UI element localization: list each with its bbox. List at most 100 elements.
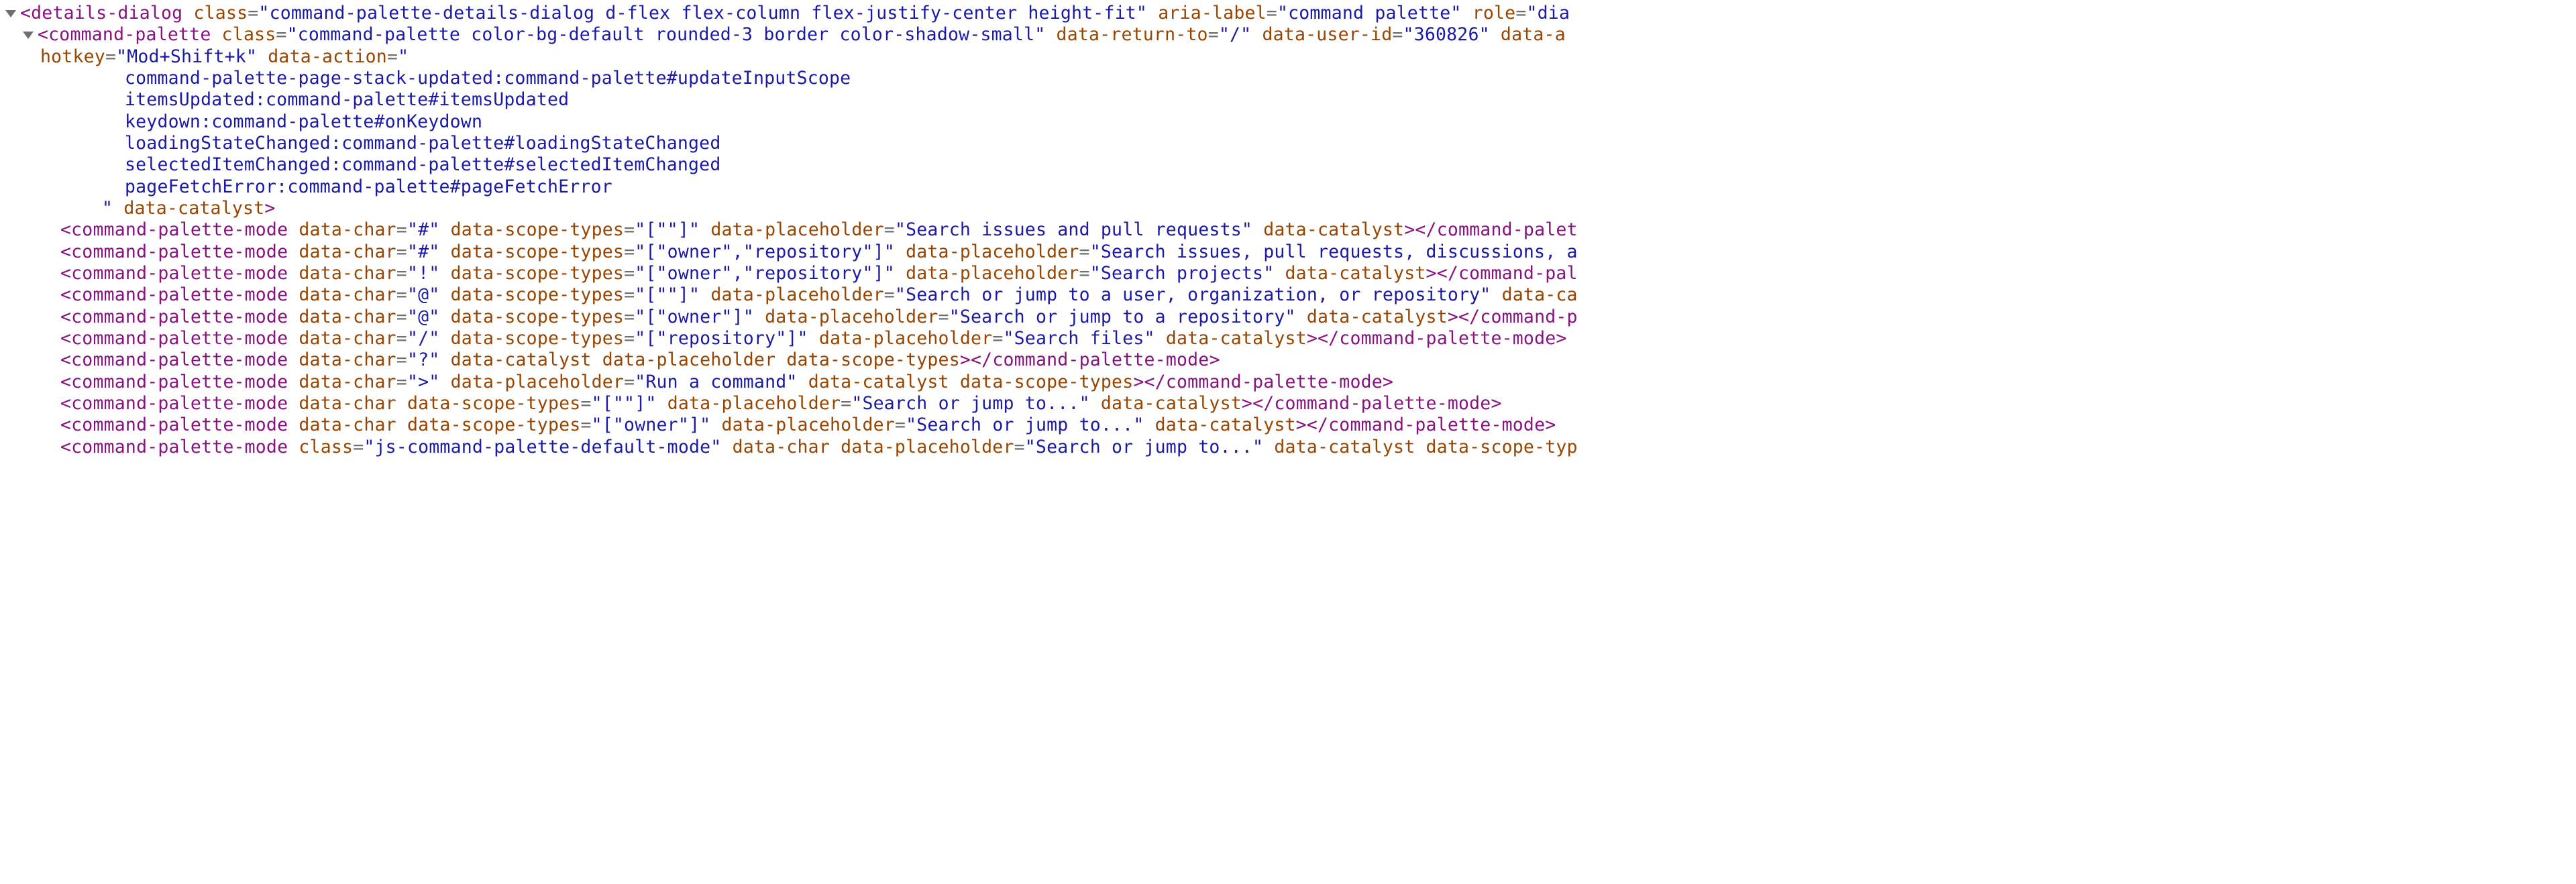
disclosure-triangle-icon[interactable]: [23, 32, 34, 39]
dom-bracket: </: [1318, 328, 1339, 349]
dom-attr-name: data-char: [299, 263, 396, 284]
dom-eq: =: [1515, 3, 1526, 23]
devtools-dom-tree[interactable]: <details-dialog class="command-palette-d…: [0, 3, 2576, 458]
dom-bracket: >: [1404, 219, 1415, 240]
dom-attr-name: data-catalyst: [1307, 307, 1448, 327]
dom-eq: =: [938, 307, 949, 327]
dom-tag-name: command-p: [1480, 307, 1577, 327]
dom-eq: =: [396, 349, 407, 370]
dom-attr-value: "/": [407, 328, 439, 349]
dom-attr-name: data-char: [299, 372, 396, 392]
dom-tree-row[interactable]: <command-palette-mode data-char=">" data…: [0, 372, 2576, 393]
dom-attr-name: data-catalyst: [1155, 415, 1296, 435]
dom-eq: =: [396, 263, 407, 284]
dom-tag-name: command-palette-mode: [992, 349, 1209, 370]
dom-attr-name: class: [193, 3, 248, 23]
dom-tree-row[interactable]: selectedItemChanged:command-palette#sele…: [0, 154, 2576, 176]
dom-bracket: >: [264, 198, 275, 219]
dom-tree-row[interactable]: " data-catalyst>: [0, 198, 2576, 219]
dom-tree-row[interactable]: loadingStateChanged:command-palette#load…: [0, 133, 2576, 154]
dom-attr-name: data-a: [1501, 24, 1566, 45]
dom-attr-name: data-scope-types: [407, 393, 580, 414]
dom-attr-name: data-char: [299, 349, 396, 370]
dom-bracket: >: [1133, 372, 1144, 392]
dom-bracket: </: [971, 349, 992, 370]
dom-attr-value-line: loadingStateChanged:command-palette#load…: [125, 133, 721, 154]
dom-attr-name: data-catalyst: [123, 198, 264, 219]
dom-attr-value: "[""]": [592, 393, 657, 414]
dom-bracket: </: [1307, 415, 1328, 435]
dom-tree-row[interactable]: <command-palette-mode data-char data-sco…: [0, 415, 2576, 436]
dom-bracket: </: [1252, 393, 1274, 414]
dom-attr-name: data-scope-typ: [1426, 437, 1578, 457]
dom-eq: =: [580, 415, 591, 435]
dom-tag-name: command-palette-mode: [1328, 415, 1545, 435]
dom-attr-name: data-char: [299, 219, 396, 240]
dom-tree-row[interactable]: hotkey="Mod+Shift+k" data-action=": [0, 46, 2576, 68]
dom-tree-row[interactable]: <details-dialog class="command-palette-d…: [0, 3, 2576, 24]
dom-attr-name: data-scope-types: [451, 307, 624, 327]
dom-attr-name: data-placeholder: [841, 437, 1014, 457]
dom-tree-row[interactable]: <command-palette-mode data-char="@" data…: [0, 307, 2576, 328]
dom-tag-name: command-palette-mode: [71, 263, 288, 284]
dom-eq: =: [1267, 3, 1277, 23]
dom-bracket: </: [1415, 219, 1436, 240]
dom-tree-row[interactable]: <command-palette-mode data-char="?" data…: [0, 349, 2576, 371]
dom-bracket: <: [60, 307, 71, 327]
dom-attr-name: data-return-to: [1057, 24, 1208, 45]
dom-attr-value: "["owner","repository"]": [635, 263, 895, 284]
dom-attr-value: ">": [407, 372, 439, 392]
dom-attr-name: data-scope-types: [407, 415, 580, 435]
dom-bracket: </: [1437, 263, 1458, 284]
dom-tag-name: details-dialog: [31, 3, 182, 23]
dom-attr-value: "[""]": [635, 219, 700, 240]
dom-attr-name: data-char: [299, 393, 396, 414]
dom-tag-name: command-palette-mode: [71, 284, 288, 305]
dom-tag-name: command-palette-mode: [1339, 328, 1556, 349]
dom-bracket: <: [60, 372, 71, 392]
dom-tree-row[interactable]: pageFetchError:command-palette#pageFetch…: [0, 176, 2576, 198]
dom-eq: =: [1079, 241, 1090, 262]
dom-attr-name: data-scope-types: [451, 241, 624, 262]
dom-attr-name: data-char: [299, 241, 396, 262]
dom-tree-row[interactable]: itemsUpdated:command-palette#itemsUpdate…: [0, 89, 2576, 111]
dom-bracket: >: [1545, 415, 1556, 435]
dom-attr-name: data-catalyst: [808, 372, 949, 392]
dom-attr-name: data-placeholder: [721, 415, 894, 435]
dom-bracket: </: [1458, 307, 1480, 327]
dom-tag-name: command-palette-mode: [1274, 393, 1491, 414]
dom-tree-row[interactable]: <command-palette-mode class="js-command-…: [0, 437, 2576, 458]
dom-eq: =: [396, 219, 407, 240]
dom-attr-name: role: [1472, 3, 1516, 23]
dom-tree-row[interactable]: <command-palette-mode data-char="@" data…: [0, 284, 2576, 306]
dom-bracket: <: [60, 437, 71, 457]
dom-attr-value: "Mod+Shift+k": [116, 46, 257, 67]
dom-eq: =: [992, 328, 1003, 349]
dom-bracket: <: [60, 349, 71, 370]
disclosure-triangle-icon[interactable]: [5, 10, 16, 17]
dom-eq: =: [353, 437, 364, 457]
dom-tree-row[interactable]: <command-palette-mode data-char="!" data…: [0, 263, 2576, 284]
dom-tree-row[interactable]: keydown:command-palette#onKeydown: [0, 111, 2576, 133]
dom-attr-name: data-catalyst: [1263, 219, 1404, 240]
dom-tree-row[interactable]: command-palette-page-stack-updated:comma…: [0, 68, 2576, 89]
dom-eq: =: [1079, 263, 1090, 284]
dom-tag-name: command-palette-mode: [1166, 372, 1383, 392]
dom-tree-row[interactable]: <command-palette class="command-palette …: [0, 24, 2576, 46]
dom-attr-name: data-placeholder: [710, 219, 883, 240]
dom-tag-name: command-palet: [1437, 219, 1578, 240]
dom-tree-row[interactable]: <command-palette-mode data-char="#" data…: [0, 241, 2576, 263]
dom-attr-value-line: pageFetchError:command-palette#pageFetch…: [125, 176, 612, 197]
dom-tree-row[interactable]: <command-palette-mode data-char="#" data…: [0, 219, 2576, 241]
dom-attr-value: "Search or jump to a repository": [949, 307, 1296, 327]
dom-eq: =: [248, 3, 258, 23]
dom-tree-row[interactable]: <command-palette-mode data-char data-sco…: [0, 393, 2576, 415]
dom-eq: =: [1014, 437, 1025, 457]
dom-attr-name: data-char: [733, 437, 830, 457]
dom-attr-name: data-char: [299, 284, 396, 305]
dom-attr-name: data-placeholder: [451, 372, 624, 392]
dom-attr-value: "?": [407, 349, 439, 370]
dom-attr-value: "command palette": [1277, 3, 1462, 23]
dom-tree-row[interactable]: <command-palette-mode data-char="/" data…: [0, 328, 2576, 349]
dom-attr-name: data-placeholder: [906, 263, 1079, 284]
